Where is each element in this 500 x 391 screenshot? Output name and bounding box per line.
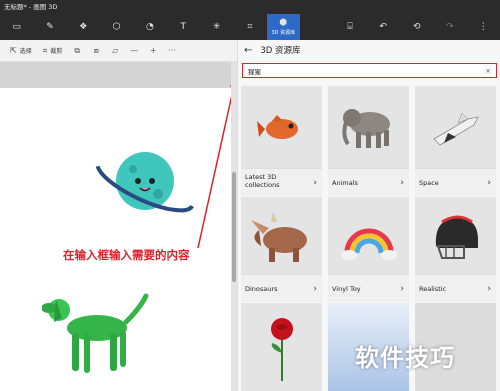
category-card-dinosaurs[interactable]: Dinosaurs ›: [241, 197, 322, 302]
canvas-area: [0, 62, 239, 391]
category-label: Realistic: [415, 274, 496, 302]
zoom-in-button[interactable]: +: [145, 46, 161, 55]
crop-icon: ⌗: [42, 45, 48, 55]
panel-header: ← 3D 资源库: [238, 40, 500, 60]
brushes-icon: ▭: [12, 22, 21, 32]
watermark-text: 软件技巧: [355, 344, 455, 372]
crop-tool-button[interactable]: ⌗: [233, 14, 266, 40]
triceratops-model-icon: [241, 197, 322, 279]
crop-icon: ⌗: [247, 22, 253, 32]
undo-button[interactable]: ↶: [367, 14, 400, 40]
rainbow-toy-model-icon: [328, 197, 409, 279]
history-icon: ⟲: [412, 22, 421, 32]
panel-title: 3D 资源库: [260, 46, 301, 56]
green-dog-model[interactable]: [42, 288, 152, 383]
canvas-icon: ✳: [212, 22, 221, 32]
select-label: 选择: [19, 48, 32, 55]
search-input[interactable]: 猩猩: [248, 66, 485, 76]
scrollbar-thumb[interactable]: [232, 172, 236, 282]
category-card-animals[interactable]: Animals ›: [328, 86, 409, 196]
undo-icon: ↶: [379, 22, 388, 32]
effects-tool-button[interactable]: ◔: [133, 14, 166, 40]
paste-button[interactable]: ⌸: [333, 14, 366, 40]
rose-model-icon: [241, 303, 322, 391]
back-arrow-icon[interactable]: ←: [244, 45, 252, 56]
annotation-text: 在输入框输入需要的内容: [63, 248, 190, 262]
category-label: Dinosaurs: [241, 274, 322, 302]
category-card-rose[interactable]: [241, 303, 322, 391]
more-icon: ⋮: [478, 22, 488, 32]
text-tool-button[interactable]: T: [167, 14, 200, 40]
planet-sticker[interactable]: [90, 136, 200, 226]
search-box[interactable]: 猩猩 ×: [242, 63, 497, 78]
helmet-model-icon: [415, 197, 496, 279]
elephant-model-icon: [328, 86, 409, 168]
redo-icon: ↷: [446, 22, 454, 32]
category-label: Animals: [328, 168, 409, 196]
chevron-right-icon: ›: [313, 284, 317, 294]
3d-shapes-icon: ❖: [79, 22, 88, 32]
clear-search-icon[interactable]: ×: [485, 67, 491, 75]
drawing-canvas[interactable]: [0, 75, 239, 391]
window-title: 无标题* - 画图 3D: [0, 0, 500, 14]
3d-library-label: 3D 资源库: [271, 30, 296, 36]
chevron-right-icon: ›: [313, 178, 317, 188]
2d-shapes-icon: ✎: [46, 22, 54, 32]
text-icon: T: [180, 22, 187, 32]
main-toolbar: ▭ ✎ ❖ ⬡ ◔ T ✳ ⌗ ⬢ 3D 资源库 ⌸ ↶ ⟲ ↷ ⋮: [0, 14, 500, 40]
space-shuttle-model-icon: [415, 86, 496, 168]
chevron-right-icon: ›: [487, 284, 491, 294]
category-label: Space: [415, 168, 496, 196]
category-card-realistic[interactable]: Realistic ›: [415, 197, 496, 302]
select-button[interactable]: ⇱ 选择: [6, 43, 36, 59]
fish-model-icon: [241, 86, 322, 168]
redo-button[interactable]: ↷: [433, 14, 466, 40]
magic-select-icon[interactable]: ⧉: [69, 46, 85, 56]
chevron-right-icon: ›: [400, 284, 404, 294]
stickers-icon: ⬡: [112, 22, 121, 32]
category-card-vinyl-toy[interactable]: Vinyl Toy ›: [328, 197, 409, 302]
selection-toolbar: ⇱ 选择 ⌗ 裁剪 ⧉ ⧈ ▱ — + ···: [0, 40, 237, 62]
effects-icon: ◔: [146, 22, 154, 32]
canvas-tool-button[interactable]: ✳: [200, 14, 233, 40]
stickers-tool-button[interactable]: ⬡: [100, 14, 133, 40]
3d-shapes-tool-button[interactable]: ❖: [67, 14, 100, 40]
crop-label: 裁剪: [50, 48, 63, 55]
category-card-latest[interactable]: Latest 3D collections ›: [241, 86, 322, 196]
category-label: Vinyl Toy: [328, 274, 409, 302]
category-label: Latest 3D collections: [241, 168, 322, 196]
zoom-out-button[interactable]: —: [126, 46, 142, 55]
category-card-space[interactable]: Space ›: [415, 86, 496, 196]
paste-icon: ⌸: [347, 22, 353, 32]
more-options-button[interactable]: ···: [164, 46, 180, 55]
2d-shapes-tool-button[interactable]: ✎: [33, 14, 66, 40]
copy-icon[interactable]: ⧈: [88, 46, 104, 56]
brushes-tool-button[interactable]: ▭: [0, 14, 33, 40]
chevron-right-icon: ›: [487, 178, 491, 188]
3d-library-tool-button[interactable]: ⬢ 3D 资源库: [266, 14, 300, 40]
chevron-right-icon: ›: [400, 178, 404, 188]
history-button[interactable]: ⟲: [400, 14, 433, 40]
crop-button[interactable]: ⌗ 裁剪: [39, 43, 67, 59]
more-button[interactable]: ⋮: [467, 14, 500, 40]
select-cursor-icon: ⇱: [10, 46, 17, 55]
3d-library-icon: ⬢: [279, 18, 288, 28]
folder-icon[interactable]: ▱: [107, 46, 123, 55]
